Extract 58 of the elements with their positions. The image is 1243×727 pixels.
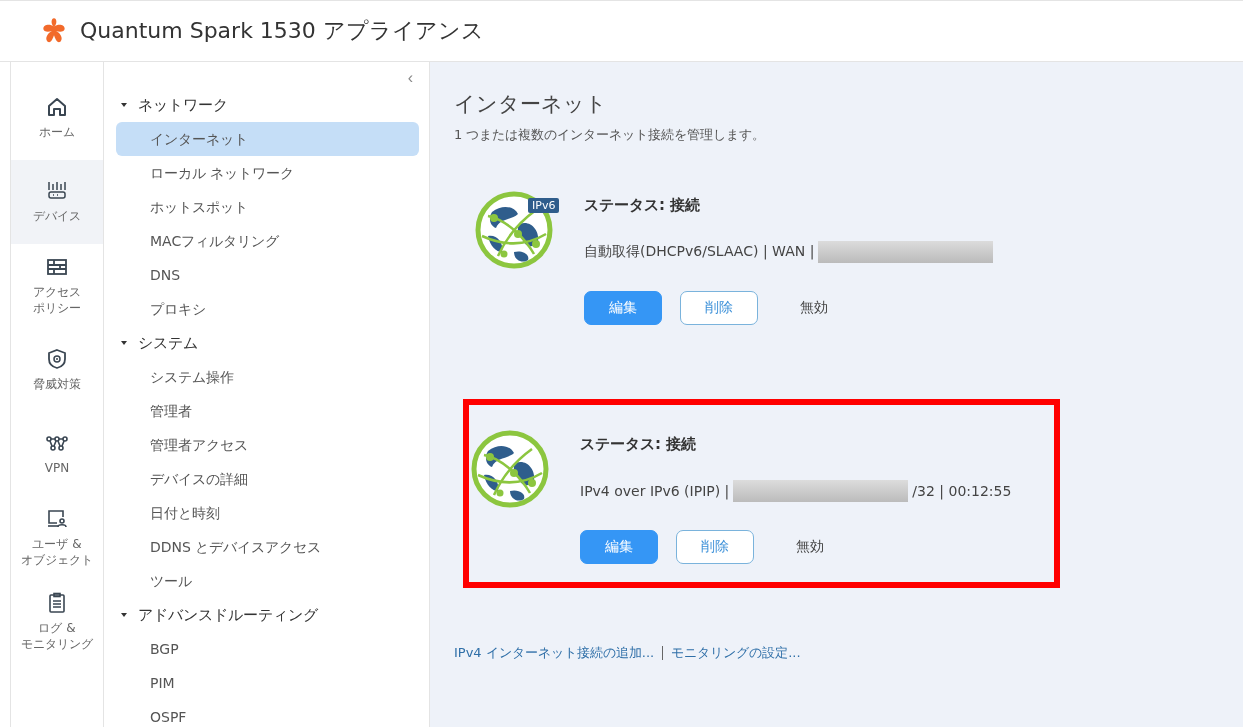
nav-item[interactable]: 管理者 <box>116 394 419 428</box>
action-link[interactable]: モニタリングの設定... <box>671 644 801 662</box>
delete-button[interactable]: 削除 <box>676 530 754 564</box>
nav-item[interactable]: システム操作 <box>116 360 419 394</box>
rail-label: オブジェクト <box>21 553 93 569</box>
rail-label: デバイス <box>33 209 81 225</box>
disable-button[interactable]: 無効 <box>776 291 852 325</box>
rail-label: ホーム <box>39 125 75 141</box>
caret-icon <box>120 611 128 619</box>
nav-item[interactable]: DNS <box>116 258 419 292</box>
globe-icon <box>470 429 550 509</box>
nav-item[interactable]: デバイスの詳細 <box>116 462 419 496</box>
nav-item[interactable]: インターネット <box>116 122 419 156</box>
connection-detail: /32 | 00:12:55 <box>912 483 1012 499</box>
nav-group[interactable]: システム <box>116 326 419 360</box>
action-link[interactable]: IPv4 インターネット接続の追加... <box>454 644 655 662</box>
ipv6-badge: IPv6 <box>528 198 560 213</box>
rail-label: VPN <box>44 461 70 477</box>
rail-item[interactable]: デバイス <box>11 160 103 244</box>
nav-item[interactable]: ホットスポット <box>116 190 419 224</box>
page-subtitle: 1 つまたは複数のインターネット接続を管理します。 <box>454 126 767 144</box>
status-text: ステータス: 接続 <box>580 435 698 454</box>
app-title: Quantum Spark 1530 アプライアンス <box>80 17 484 45</box>
rail-label: モニタリング <box>21 637 93 653</box>
rail-item[interactable]: VPN <box>11 412 103 496</box>
nav-item[interactable]: プロキシ <box>116 292 419 326</box>
delete-button[interactable]: 削除 <box>680 291 758 325</box>
rail-item[interactable]: ログ & モニタリング <box>11 580 103 664</box>
rail-label: アクセス <box>33 285 81 301</box>
nav-item[interactable]: 日付と時刻 <box>116 496 419 530</box>
rail-label: ポリシー <box>33 301 81 317</box>
nav-item[interactable]: BGP <box>116 632 419 666</box>
rail-item[interactable]: ホーム <box>11 76 103 160</box>
caret-icon <box>120 339 128 347</box>
nav-item[interactable]: 管理者アクセス <box>116 428 419 462</box>
nav-item[interactable]: OSPF <box>116 700 419 727</box>
rail-item[interactable]: 脅威対策 <box>11 328 103 412</box>
page-title: インターネット <box>454 91 608 118</box>
rail-item[interactable]: アクセス ポリシー <box>11 244 103 328</box>
nav-item[interactable]: MACフィルタリング <box>116 224 419 258</box>
collapse-button[interactable]: ‹ <box>401 68 419 88</box>
connection-detail: IPv4 over IPv6 (IPIP) | <box>580 483 730 499</box>
disable-button[interactable]: 無効 <box>772 530 848 564</box>
caret-icon <box>120 101 128 109</box>
nav-item[interactable]: ローカル ネットワーク <box>116 156 419 190</box>
rail-label: 脅威対策 <box>33 377 81 393</box>
status-text: ステータス: 接続 <box>584 196 702 215</box>
nav-item[interactable]: DDNS とデバイスアクセス <box>116 530 419 564</box>
shield-icon <box>45 347 69 372</box>
rail-item[interactable]: ユーザ & オブジェクト <box>11 496 103 580</box>
nav-item[interactable]: ツール <box>116 564 419 598</box>
globe-icon <box>474 190 554 270</box>
rail-label: ログ & <box>38 621 76 637</box>
connection-detail: 自動取得(DHCPv6/SLAAC) | WAN | <box>584 243 815 261</box>
nav-group[interactable]: アドバンスドルーティング <box>116 598 419 632</box>
nav-group[interactable]: ネットワーク <box>116 88 419 122</box>
rail-label: ユーザ & <box>32 537 82 553</box>
nav-item[interactable]: PIM <box>116 666 419 700</box>
